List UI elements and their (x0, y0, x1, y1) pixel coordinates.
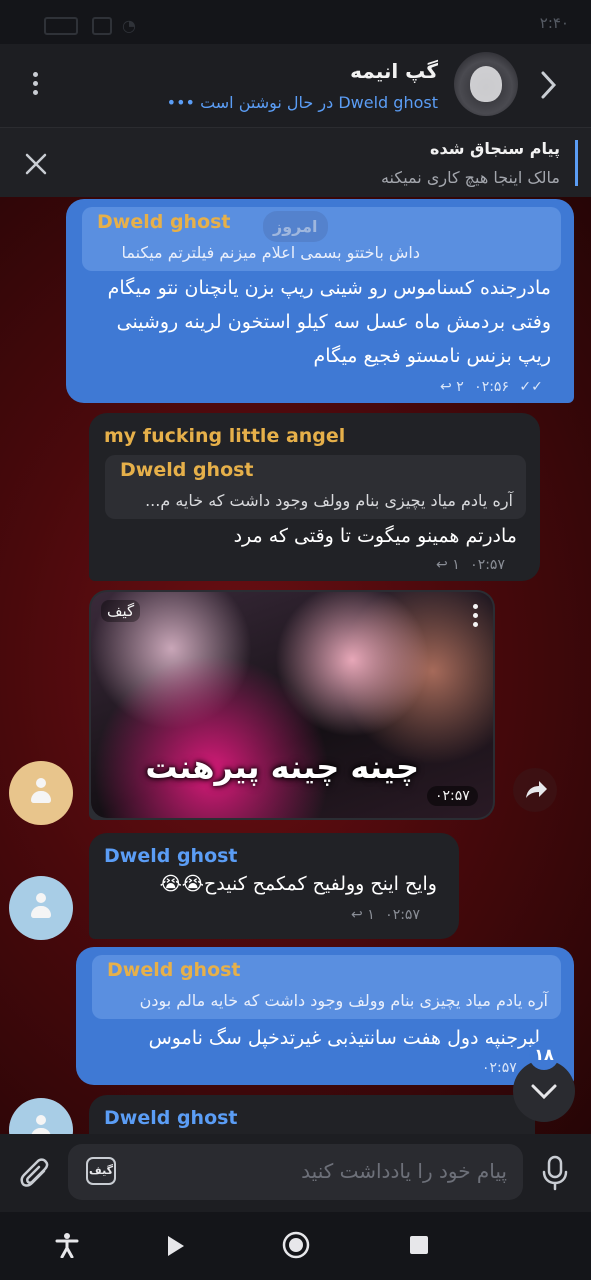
message-sender: my fucking little angel (104, 425, 346, 447)
message-composer: گیف پیام خود را یادداشت کنید (0, 1134, 591, 1212)
message-meta: ↩ ۱ ۰۲:۵۷ (436, 557, 505, 573)
message-time: ۰۲:۵۷ (427, 786, 478, 806)
wifi-icon: ◔ (122, 16, 136, 35)
message-time: ۰۲:۵۷ (482, 1060, 517, 1076)
back-arrow-icon[interactable] (538, 70, 558, 104)
microphone-icon[interactable] (540, 1154, 570, 1196)
status-time: ۲:۴۰ (539, 14, 569, 32)
message-body: وایح اینح وولفیح کمکمح کنیدح (203, 873, 437, 895)
message-sender: Dweld ghost (104, 1107, 238, 1129)
reply-preview[interactable]: Dweld ghost آره یادم میاد یچیزی بنام وول… (105, 455, 526, 519)
reply-text: آره یادم میاد یچیزی بنام وولف وجود داشت … (139, 991, 548, 1010)
status-bar: ◔ ۲:۴۰ (0, 0, 591, 44)
sender-avatar[interactable] (9, 761, 73, 825)
message-sender: Dweld ghost (104, 845, 238, 867)
message-bubble[interactable]: my fucking little angel Dweld ghost آره … (89, 413, 540, 581)
chat-area[interactable]: Dweld ghost داش باختتو بسمی اعلام میزنم … (0, 197, 591, 1134)
gif-options-icon[interactable] (473, 600, 479, 631)
pinned-title: پیام سنجاق شده (430, 139, 560, 158)
reply-preview[interactable]: Dweld ghost آره یادم میاد یچیزی بنام وول… (92, 955, 561, 1019)
home-button-icon[interactable] (282, 1231, 310, 1263)
read-checks-icon: ✓✓ (519, 379, 543, 395)
message-bubble[interactable]: Dweld ghost وایح اینح وولفیح کمکمح کنیدح… (89, 833, 459, 939)
reply-sender: Dweld ghost (97, 211, 231, 233)
reply-count-icon: ↩ (351, 907, 363, 923)
reply-count-icon: ↩ (436, 557, 448, 573)
message-line: مادرجنده کسناموس رو شینی ریپ بزن یانچنان… (107, 277, 551, 299)
gif-button[interactable]: گیف (86, 1157, 116, 1185)
reply-count: ۲ (456, 379, 464, 395)
attach-icon[interactable] (18, 1154, 52, 1196)
gif-message[interactable]: گیف چینه چینه پیرهنت ۰۲:۵۷ (89, 590, 495, 820)
message-time: ۰۲:۵۷ (470, 557, 505, 573)
reply-text: آره یادم میاد یچیزی بنام وولف وجود داشت … (145, 491, 513, 510)
pinned-message-bar[interactable]: پیام سنجاق شده مالک اینجا هیچ کاری نمیکن… (0, 127, 591, 198)
reply-sender: Dweld ghost (107, 959, 241, 981)
battery-icon (44, 17, 78, 35)
typing-dots: ••• (166, 93, 195, 112)
message-bubble[interactable]: Dweld ghost آره یادم میاد یچیزی بنام وول… (76, 947, 574, 1085)
share-button[interactable] (513, 768, 557, 812)
reply-count: ۱ (367, 907, 375, 923)
message-input-placeholder: پیام خود را یادداشت کنید (301, 1159, 507, 1183)
sender-avatar[interactable] (9, 1098, 73, 1134)
gif-caption: چینه چینه پیرهنت (145, 748, 419, 786)
sim-icon (92, 17, 112, 35)
stop-icon[interactable] (410, 1236, 428, 1254)
message-input[interactable]: گیف پیام خود را یادداشت کنید (68, 1144, 523, 1200)
group-avatar[interactable] (454, 52, 518, 116)
typing-indicator: Dweld ghost در حال نوشتن است ••• (167, 93, 438, 112)
message-text: لیرجنپه دول هفت سانتیذبی غیرتدخپل سگ نام… (148, 1027, 540, 1049)
message-meta: ↩ ۲ ۰۲:۵۶ ✓✓ (440, 379, 543, 395)
sender-avatar[interactable] (9, 876, 73, 940)
message-time: ۰۲:۵۷ (385, 907, 420, 923)
close-pinned-icon[interactable] (24, 152, 48, 180)
message-line: وفتی بردمش ماه عسل سه کیلو استخون لرینه … (116, 311, 551, 333)
reply-count-icon: ↩ (440, 379, 452, 395)
gif-label: گیف (101, 600, 141, 622)
message-bubble[interactable]: Dweld ghost داش باختتو بسمی اعلام میزنم … (66, 199, 574, 403)
reply-count: ۱ (452, 557, 460, 573)
more-options-icon[interactable] (33, 68, 39, 99)
person-icon (31, 1115, 51, 1134)
reply-sender: Dweld ghost (120, 459, 254, 481)
play-icon[interactable] (165, 1234, 187, 1262)
typing-user: Dweld ghost (338, 93, 438, 112)
chat-title[interactable]: گپ انیمه (350, 59, 438, 83)
message-text: وایح اینح وولفیح کمکمح کنیدح😭😭 (160, 873, 437, 895)
message-meta: ↩ ۱ ۰۲:۵۷ (351, 907, 420, 923)
typing-text: در حال نوشتن است (200, 93, 334, 112)
message-bubble[interactable]: Dweld ghost (89, 1095, 535, 1134)
pinned-text: مالک اینجا هیچ کاری نمیکنه (380, 168, 560, 187)
message-text: مادرتم همینو میگوت تا وقتی که مرد (233, 525, 517, 547)
gif-button-label: گیف (89, 1164, 113, 1177)
pinned-accent-bar (575, 140, 578, 186)
reply-text: داش باختتو بسمی اعلام میزنم فیلترتم میکن… (121, 243, 420, 262)
unread-badge: ۱۸ (529, 1040, 559, 1070)
date-chip: امروز (263, 211, 328, 242)
message-time: ۰۲:۵۶ (474, 379, 509, 395)
person-icon (31, 778, 51, 808)
crying-emoji: 😭😭 (159, 873, 204, 895)
message-line: ریپ بزنس نامستو فجیع میگام (313, 345, 551, 367)
chat-header: گپ انیمه Dweld ghost در حال نوشتن است ••… (0, 44, 591, 127)
person-icon (31, 893, 51, 923)
accessibility-icon[interactable] (55, 1232, 79, 1262)
system-nav-bar (0, 1212, 591, 1280)
